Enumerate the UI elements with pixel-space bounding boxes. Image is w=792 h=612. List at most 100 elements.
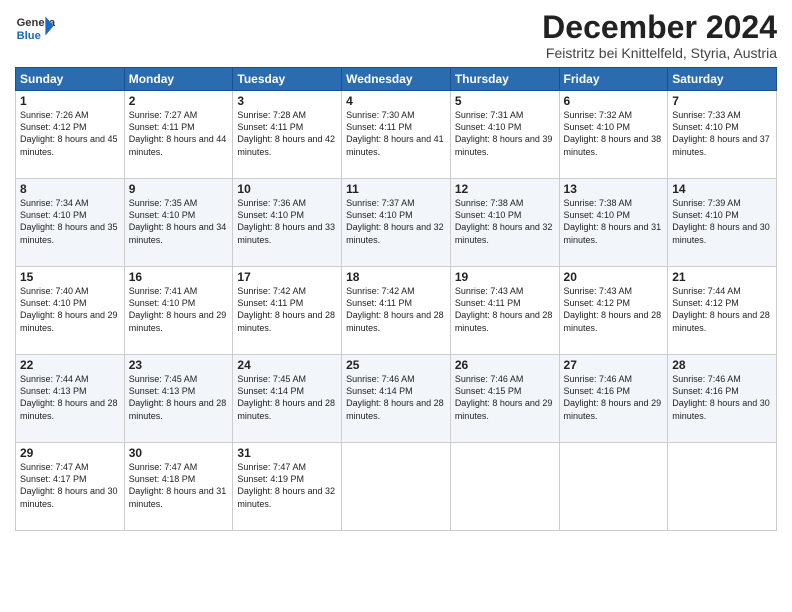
col-header-monday: Monday (124, 68, 233, 91)
day-number: 3 (237, 94, 337, 108)
calendar-cell: 9Sunrise: 7:35 AMSunset: 4:10 PMDaylight… (124, 179, 233, 267)
day-number: 12 (455, 182, 555, 196)
cell-info: Sunrise: 7:41 AMSunset: 4:10 PMDaylight:… (129, 285, 229, 334)
day-number: 13 (564, 182, 664, 196)
calendar-cell: 13Sunrise: 7:38 AMSunset: 4:10 PMDayligh… (559, 179, 668, 267)
col-header-friday: Friday (559, 68, 668, 91)
day-number: 2 (129, 94, 229, 108)
week-row-2: 8Sunrise: 7:34 AMSunset: 4:10 PMDaylight… (16, 179, 777, 267)
calendar-cell: 12Sunrise: 7:38 AMSunset: 4:10 PMDayligh… (450, 179, 559, 267)
calendar-cell: 4Sunrise: 7:30 AMSunset: 4:11 PMDaylight… (342, 91, 451, 179)
cell-info: Sunrise: 7:46 AMSunset: 4:15 PMDaylight:… (455, 373, 555, 422)
day-number: 26 (455, 358, 555, 372)
calendar-cell: 27Sunrise: 7:46 AMSunset: 4:16 PMDayligh… (559, 355, 668, 443)
cell-info: Sunrise: 7:27 AMSunset: 4:11 PMDaylight:… (129, 109, 229, 158)
cell-info: Sunrise: 7:43 AMSunset: 4:11 PMDaylight:… (455, 285, 555, 334)
cell-info: Sunrise: 7:40 AMSunset: 4:10 PMDaylight:… (20, 285, 120, 334)
cell-info: Sunrise: 7:46 AMSunset: 4:16 PMDaylight:… (564, 373, 664, 422)
calendar-cell: 20Sunrise: 7:43 AMSunset: 4:12 PMDayligh… (559, 267, 668, 355)
calendar-cell (559, 443, 668, 531)
cell-info: Sunrise: 7:37 AMSunset: 4:10 PMDaylight:… (346, 197, 446, 246)
col-header-saturday: Saturday (668, 68, 777, 91)
cell-info: Sunrise: 7:47 AMSunset: 4:18 PMDaylight:… (129, 461, 229, 510)
day-number: 15 (20, 270, 120, 284)
cell-info: Sunrise: 7:36 AMSunset: 4:10 PMDaylight:… (237, 197, 337, 246)
col-header-sunday: Sunday (16, 68, 125, 91)
calendar-cell (342, 443, 451, 531)
cell-info: Sunrise: 7:28 AMSunset: 4:11 PMDaylight:… (237, 109, 337, 158)
calendar-cell: 26Sunrise: 7:46 AMSunset: 4:15 PMDayligh… (450, 355, 559, 443)
day-number: 5 (455, 94, 555, 108)
day-number: 17 (237, 270, 337, 284)
calendar-cell: 23Sunrise: 7:45 AMSunset: 4:13 PMDayligh… (124, 355, 233, 443)
cell-info: Sunrise: 7:39 AMSunset: 4:10 PMDaylight:… (672, 197, 772, 246)
calendar: SundayMondayTuesdayWednesdayThursdayFrid… (15, 67, 777, 531)
calendar-cell: 18Sunrise: 7:42 AMSunset: 4:11 PMDayligh… (342, 267, 451, 355)
week-row-1: 1Sunrise: 7:26 AMSunset: 4:12 PMDaylight… (16, 91, 777, 179)
cell-info: Sunrise: 7:45 AMSunset: 4:13 PMDaylight:… (129, 373, 229, 422)
calendar-cell: 15Sunrise: 7:40 AMSunset: 4:10 PMDayligh… (16, 267, 125, 355)
logo-icon: General Blue (15, 10, 55, 46)
day-number: 18 (346, 270, 446, 284)
day-number: 24 (237, 358, 337, 372)
day-number: 1 (20, 94, 120, 108)
cell-info: Sunrise: 7:26 AMSunset: 4:12 PMDaylight:… (20, 109, 120, 158)
cell-info: Sunrise: 7:35 AMSunset: 4:10 PMDaylight:… (129, 197, 229, 246)
calendar-cell: 10Sunrise: 7:36 AMSunset: 4:10 PMDayligh… (233, 179, 342, 267)
calendar-cell: 2Sunrise: 7:27 AMSunset: 4:11 PMDaylight… (124, 91, 233, 179)
day-number: 8 (20, 182, 120, 196)
day-number: 4 (346, 94, 446, 108)
calendar-cell: 5Sunrise: 7:31 AMSunset: 4:10 PMDaylight… (450, 91, 559, 179)
cell-info: Sunrise: 7:46 AMSunset: 4:14 PMDaylight:… (346, 373, 446, 422)
calendar-cell: 1Sunrise: 7:26 AMSunset: 4:12 PMDaylight… (16, 91, 125, 179)
calendar-cell: 31Sunrise: 7:47 AMSunset: 4:19 PMDayligh… (233, 443, 342, 531)
day-number: 11 (346, 182, 446, 196)
svg-text:Blue: Blue (17, 30, 41, 42)
day-number: 28 (672, 358, 772, 372)
day-number: 7 (672, 94, 772, 108)
col-header-thursday: Thursday (450, 68, 559, 91)
cell-info: Sunrise: 7:31 AMSunset: 4:10 PMDaylight:… (455, 109, 555, 158)
day-number: 6 (564, 94, 664, 108)
day-number: 22 (20, 358, 120, 372)
cell-info: Sunrise: 7:47 AMSunset: 4:19 PMDaylight:… (237, 461, 337, 510)
week-row-3: 15Sunrise: 7:40 AMSunset: 4:10 PMDayligh… (16, 267, 777, 355)
page: General Blue December 2024 Feistritz bei… (0, 0, 792, 612)
month-title: December 2024 (542, 10, 777, 45)
calendar-header-row: SundayMondayTuesdayWednesdayThursdayFrid… (16, 68, 777, 91)
calendar-cell: 19Sunrise: 7:43 AMSunset: 4:11 PMDayligh… (450, 267, 559, 355)
col-header-wednesday: Wednesday (342, 68, 451, 91)
cell-info: Sunrise: 7:42 AMSunset: 4:11 PMDaylight:… (237, 285, 337, 334)
cell-info: Sunrise: 7:45 AMSunset: 4:14 PMDaylight:… (237, 373, 337, 422)
title-block: December 2024 Feistritz bei Knittelfeld,… (542, 10, 777, 61)
calendar-cell: 8Sunrise: 7:34 AMSunset: 4:10 PMDaylight… (16, 179, 125, 267)
calendar-cell: 7Sunrise: 7:33 AMSunset: 4:10 PMDaylight… (668, 91, 777, 179)
cell-info: Sunrise: 7:44 AMSunset: 4:12 PMDaylight:… (672, 285, 772, 334)
calendar-cell: 16Sunrise: 7:41 AMSunset: 4:10 PMDayligh… (124, 267, 233, 355)
calendar-cell: 14Sunrise: 7:39 AMSunset: 4:10 PMDayligh… (668, 179, 777, 267)
calendar-cell: 25Sunrise: 7:46 AMSunset: 4:14 PMDayligh… (342, 355, 451, 443)
location: Feistritz bei Knittelfeld, Styria, Austr… (542, 45, 777, 61)
cell-info: Sunrise: 7:30 AMSunset: 4:11 PMDaylight:… (346, 109, 446, 158)
day-number: 30 (129, 446, 229, 460)
col-header-tuesday: Tuesday (233, 68, 342, 91)
day-number: 10 (237, 182, 337, 196)
cell-info: Sunrise: 7:38 AMSunset: 4:10 PMDaylight:… (564, 197, 664, 246)
day-number: 27 (564, 358, 664, 372)
cell-info: Sunrise: 7:32 AMSunset: 4:10 PMDaylight:… (564, 109, 664, 158)
calendar-cell: 21Sunrise: 7:44 AMSunset: 4:12 PMDayligh… (668, 267, 777, 355)
day-number: 21 (672, 270, 772, 284)
week-row-5: 29Sunrise: 7:47 AMSunset: 4:17 PMDayligh… (16, 443, 777, 531)
calendar-cell: 24Sunrise: 7:45 AMSunset: 4:14 PMDayligh… (233, 355, 342, 443)
day-number: 29 (20, 446, 120, 460)
calendar-cell: 29Sunrise: 7:47 AMSunset: 4:17 PMDayligh… (16, 443, 125, 531)
header: General Blue December 2024 Feistritz bei… (15, 10, 777, 61)
day-number: 16 (129, 270, 229, 284)
cell-info: Sunrise: 7:46 AMSunset: 4:16 PMDaylight:… (672, 373, 772, 422)
cell-info: Sunrise: 7:47 AMSunset: 4:17 PMDaylight:… (20, 461, 120, 510)
calendar-cell: 6Sunrise: 7:32 AMSunset: 4:10 PMDaylight… (559, 91, 668, 179)
calendar-cell: 30Sunrise: 7:47 AMSunset: 4:18 PMDayligh… (124, 443, 233, 531)
logo: General Blue (15, 10, 55, 46)
calendar-cell: 28Sunrise: 7:46 AMSunset: 4:16 PMDayligh… (668, 355, 777, 443)
calendar-cell: 3Sunrise: 7:28 AMSunset: 4:11 PMDaylight… (233, 91, 342, 179)
